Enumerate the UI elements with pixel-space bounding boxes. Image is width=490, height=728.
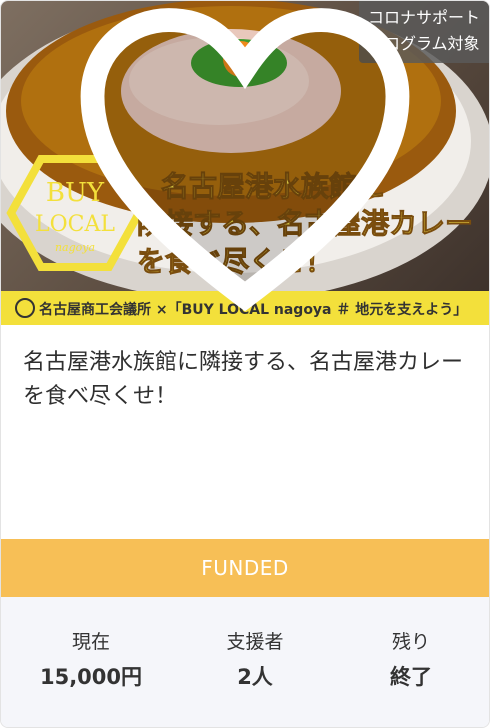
stat-remaining-label: 残り xyxy=(391,631,430,653)
project-title[interactable]: 名古屋港水族館に隣接する、名古屋港カレーを食べ尽くせ！ xyxy=(23,346,463,414)
stat-remaining-value: 終了 xyxy=(390,665,432,689)
stat-current-label: 現在 xyxy=(71,631,110,653)
favorite-heart-icon[interactable] xyxy=(1,1,489,325)
project-stats: 現在 15,000円 支援者 2人 残り 終了 xyxy=(1,597,489,727)
stat-remaining: 残り 終了 xyxy=(341,631,481,691)
stat-supporters: 支援者 2人 xyxy=(185,631,325,691)
project-hero-image[interactable]: BUY LOCAL nagoya 名古屋港水族館に 隣接する、名古屋港カレー を… xyxy=(1,1,489,325)
stat-current: 現在 15,000円 xyxy=(21,631,161,691)
project-card[interactable]: BUY LOCAL nagoya 名古屋港水族館に 隣接する、名古屋港カレー を… xyxy=(0,0,490,728)
funded-status-banner: FUNDED xyxy=(1,539,489,597)
stat-supporters-value: 2人 xyxy=(237,665,273,689)
stat-current-value: 15,000円 xyxy=(39,665,143,689)
stat-supporters-label: 支援者 xyxy=(226,631,284,653)
